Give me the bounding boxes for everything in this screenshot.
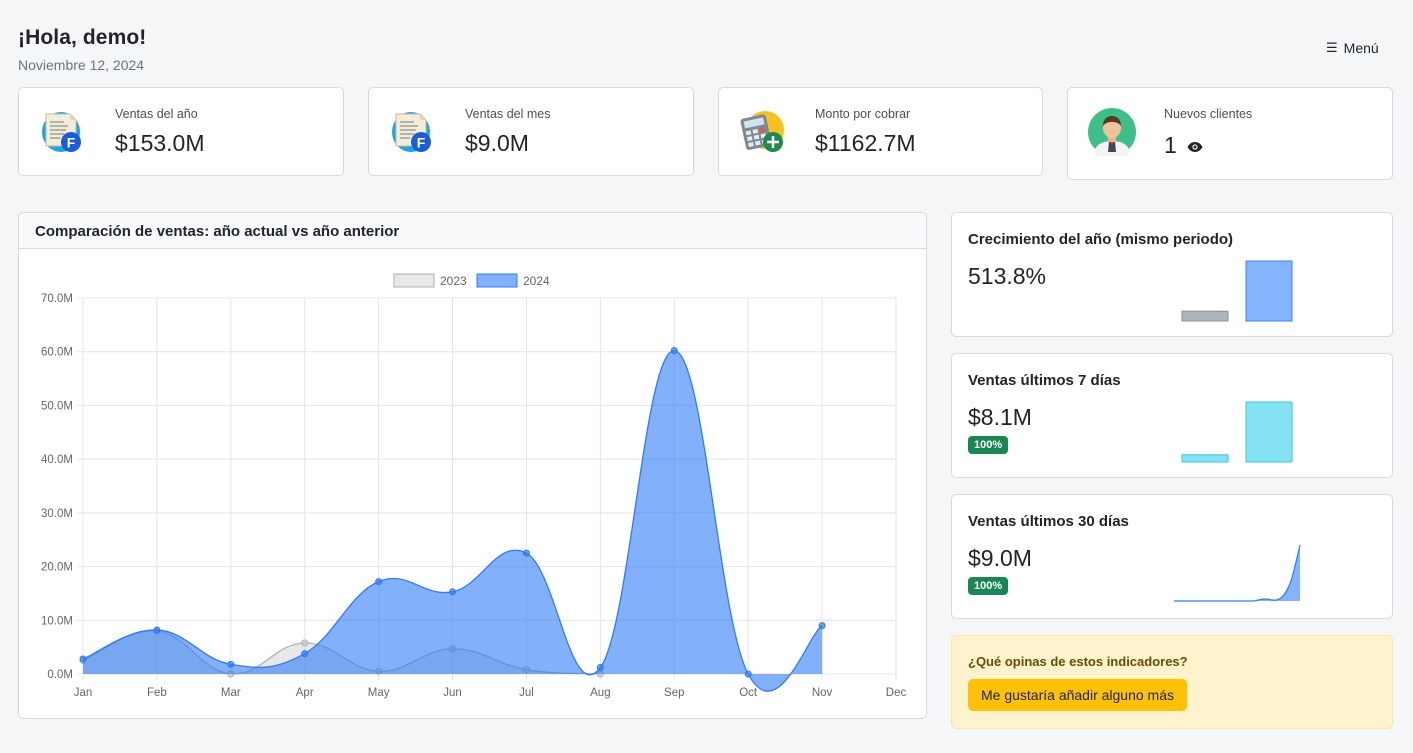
y-tick-label: 10.0M [41, 615, 73, 627]
stat-card-monthly-sales: F Ventas del mes $9.0M [368, 87, 694, 176]
x-tick-label: Aug [590, 687, 610, 699]
stat-label: Nuevos clientes [1164, 107, 1253, 121]
x-tick-label: Apr [296, 687, 314, 699]
sparkline-area [1174, 545, 1300, 602]
data-point-2024 [153, 626, 161, 634]
month-sales-sparkline [1174, 544, 1301, 602]
svg-text:F: F [417, 135, 426, 151]
svg-text:F: F [67, 135, 76, 151]
feedback-card: ¿Qué opinas de estos indicadores? Me gus… [951, 635, 1393, 729]
growth-value: 513.8% [968, 263, 1047, 289]
stat-label: Monto por cobrar [815, 107, 911, 121]
x-tick-label: Mar [221, 687, 241, 699]
y-tick-label: 20.0M [41, 562, 73, 574]
stat-label: Ventas del año [115, 107, 198, 121]
growth-bar-chart [1181, 260, 1293, 322]
data-point-2024 [449, 588, 457, 596]
mini-bar [1245, 260, 1293, 322]
x-tick-label: May [368, 687, 390, 699]
data-point-2024 [301, 650, 309, 658]
data-point-2023 [301, 639, 309, 647]
week-sales-value: $8.1M [968, 404, 1032, 430]
mini-bar [1245, 401, 1293, 463]
growth-title: Crecimiento del año (mismo periodo) [968, 231, 1234, 248]
x-tick-label: Nov [812, 687, 833, 699]
menu-label: Menú [1343, 40, 1379, 56]
y-tick-label: 70.0M [41, 293, 73, 305]
x-tick-label: Jan [74, 687, 93, 699]
stat-value: $153.0M [115, 130, 205, 156]
invoice-icon: F [392, 112, 431, 152]
invoice-icon: F [42, 112, 81, 152]
feedback-question: ¿Qué opinas de estos indicadores? [968, 654, 1188, 669]
mini-bar [1181, 454, 1229, 463]
mini-bar [1181, 310, 1229, 322]
data-point-2024 [227, 660, 235, 668]
eye-icon[interactable] [1187, 141, 1203, 153]
month-sales-badge: 100% [968, 577, 1009, 595]
stat-card-annual-sales: F Ventas del año $153.0M [18, 87, 344, 176]
legend-swatch-2023 [393, 273, 435, 288]
stat-value: $1162.7M [815, 130, 916, 156]
y-tick-label: 60.0M [41, 347, 73, 359]
x-tick-label: Feb [147, 687, 167, 699]
sales-comparison-chart: 0.0M 10.0M 20.0M 30.0M 40.0M 50.0M 60.0M 70.0M J… [41, 273, 907, 699]
data-point-2024 [79, 655, 87, 663]
month-sales-card: Ventas últimos 30 días $9.0M 100% [951, 494, 1393, 619]
hamburger-icon: ☰ [1326, 40, 1338, 55]
x-tick-label: Dec [886, 687, 907, 699]
legend-swatch-2024 [476, 273, 518, 288]
stat-card-new-customers: Nuevos clientes 1 [1067, 87, 1393, 180]
data-point-2024 [596, 664, 604, 672]
data-point-2024 [744, 670, 752, 678]
week-sales-badge: 100% [968, 436, 1009, 454]
data-point-2024 [522, 549, 530, 557]
stat-label: Ventas del mes [465, 107, 551, 121]
menu-button[interactable]: ☰ Menú [1326, 40, 1379, 56]
sales-comparison-card: Comparación de ventas: año actual vs año… [18, 212, 927, 719]
current-date: Noviembre 12, 2024 [18, 57, 145, 73]
y-tick-label: 40.0M [41, 454, 73, 466]
week-sales-title: Ventas últimos 7 días [968, 372, 1121, 389]
week-sales-card: Ventas últimos 7 días $8.1M 100% [951, 353, 1393, 478]
sparkline-line [1174, 544, 1301, 602]
growth-card: Crecimiento del año (mismo periodo) 513.… [951, 212, 1393, 337]
data-point-2024 [670, 347, 678, 355]
calculator-icon [740, 111, 784, 152]
week-sales-bar-chart [1181, 401, 1293, 463]
stat-card-receivables: Monto por cobrar $1162.7M [718, 87, 1043, 176]
x-tick-label: Oct [739, 687, 758, 699]
data-point-2024 [818, 622, 826, 630]
y-tick-label: 30.0M [41, 508, 73, 520]
stat-value-number: 1 [1164, 132, 1177, 158]
greeting-block: ¡Hola, demo! Noviembre 12, 2024 [18, 26, 146, 73]
customer-icon [1088, 108, 1136, 156]
legend-label-2023: 2023 [440, 274, 467, 288]
page-title: ¡Hola, demo! [18, 26, 147, 49]
month-sales-title: Ventas últimos 30 días [968, 513, 1129, 530]
stat-value: 1 [1164, 132, 1203, 159]
chart-title: Comparación de ventas: año actual vs año… [19, 213, 926, 249]
stat-value: $9.0M [465, 130, 529, 156]
legend-label-2024: 2024 [523, 274, 550, 288]
x-tick-label: Jul [519, 687, 534, 699]
x-tick-label: Jun [443, 687, 462, 699]
x-tick-label: Sep [664, 687, 684, 699]
add-indicator-button[interactable]: Me gustaría añadir alguno más [968, 679, 1187, 711]
y-tick-label: 0.0M [47, 669, 73, 681]
month-sales-value: $9.0M [968, 545, 1032, 571]
data-point-2024 [375, 578, 383, 586]
y-tick-label: 50.0M [41, 400, 73, 412]
